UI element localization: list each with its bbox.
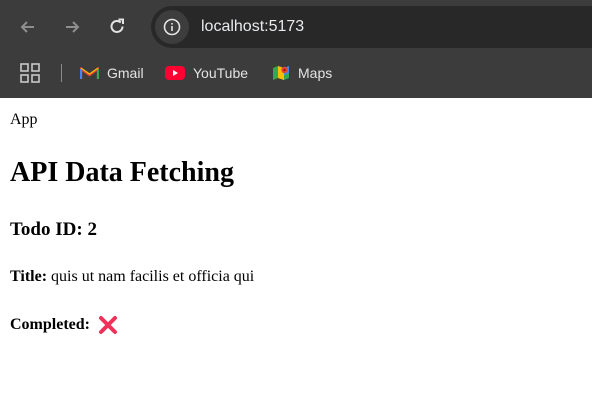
apps-grid-button[interactable] [20, 63, 42, 85]
url-text[interactable]: localhost:5173 [201, 18, 304, 36]
app-label: App [10, 111, 38, 128]
todo-completed-row: Completed: [10, 315, 118, 335]
browser-toolbar: localhost:5173 [0, 0, 592, 55]
title-value: quis ut nam facilis et officia qui [51, 268, 255, 285]
title-label: Title: [10, 268, 48, 285]
address-bar[interactable]: localhost:5173 [151, 6, 592, 48]
browser-chrome: localhost:5173 Gmail YouTube Maps [0, 0, 592, 98]
bookmarks-bar: Gmail YouTube Maps [0, 55, 592, 91]
back-button[interactable] [8, 7, 48, 47]
back-arrow-icon [20, 21, 34, 33]
apps-grid-icon [20, 63, 40, 83]
reload-icon [110, 18, 124, 33]
forward-button[interactable] [52, 7, 92, 47]
bookmark-youtube[interactable]: YouTube [165, 59, 248, 87]
bookmark-gmail[interactable]: Gmail [80, 59, 144, 87]
completed-label: Completed: [10, 316, 90, 333]
bookmark-label: YouTube [193, 65, 249, 81]
page-heading: API Data Fetching [10, 157, 234, 188]
bookmark-maps[interactable]: Maps [272, 59, 332, 87]
reload-button[interactable] [97, 7, 137, 47]
gmail-icon [80, 66, 99, 80]
site-info-button[interactable] [155, 10, 189, 44]
todo-id-heading: Todo ID: 2 [10, 219, 97, 240]
youtube-icon [165, 66, 185, 80]
bookmarks-divider [61, 64, 62, 82]
maps-icon [272, 64, 290, 82]
todo-title-row: Title: quis ut nam facilis et officia qu… [10, 268, 254, 286]
bookmark-label: Maps [298, 65, 333, 81]
cross-mark-icon [98, 315, 118, 335]
bookmark-label: Gmail [107, 65, 144, 81]
info-icon [163, 18, 181, 36]
forward-arrow-icon [66, 21, 80, 33]
